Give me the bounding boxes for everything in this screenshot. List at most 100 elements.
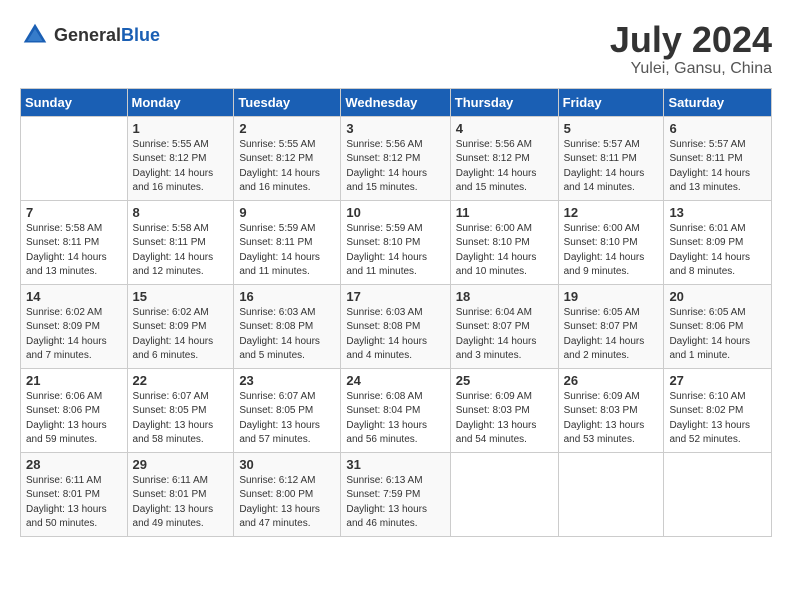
day-info: Sunrise: 6:12 AM Sunset: 8:00 PM Dayligh… — [239, 474, 335, 532]
calendar-cell: 8Sunrise: 5:58 AM Sunset: 8:11 PM Daylig… — [127, 200, 234, 284]
calendar-cell: 30 Sunrise: 6:12 AM Sunset: 8:00 PM Dayli… — [234, 452, 341, 536]
day-info: Sunrise: 6:07 AM Sunset: 8:05 PM Dayligh… — [133, 390, 229, 448]
day-info: Sunrise: 6:05 AM Sunset: 8:06 PM Dayligh… — [669, 306, 766, 364]
calendar-cell: 2 Sunrise: 5:55 AM Sunset: 8:12 PM Daylig… — [234, 116, 341, 200]
calendar-cell: 25 Sunrise: 6:09 AM Sunset: 8:03 PM Dayli… — [450, 368, 558, 452]
weekday-header: Friday — [558, 88, 664, 116]
day-number: 7 — [26, 205, 122, 220]
weekday-header: Monday — [127, 88, 234, 116]
day-info: Sunrise: 6:11 AM Sunset: 8:01 PM Dayligh… — [26, 474, 122, 532]
logo-general: General — [54, 25, 121, 45]
day-info: Sunrise: 5:59 AM Sunset: 8:10 PM Dayligh… — [346, 222, 444, 280]
day-info: Sunrise: 6:03 AM Sunset: 8:08 PM Dayligh… — [346, 306, 444, 364]
day-number: 16 — [239, 289, 335, 304]
calendar-cell: 6 Sunrise: 5:57 AM Sunset: 8:11 PM Daylig… — [664, 116, 772, 200]
day-number: 15 — [133, 289, 229, 304]
day-info: Sunrise: 6:09 AM Sunset: 8:03 PM Dayligh… — [456, 390, 553, 448]
weekday-header: Sunday — [21, 88, 128, 116]
calendar-cell — [450, 452, 558, 536]
location: Yulei, Gansu, China — [610, 60, 772, 78]
day-number: 2 — [239, 121, 335, 136]
day-info: Sunrise: 5:56 AM Sunset: 8:12 PM Dayligh… — [346, 138, 444, 196]
calendar-cell: 17 Sunrise: 6:03 AM Sunset: 8:08 PM Dayli… — [341, 284, 450, 368]
calendar-cell: 31 Sunrise: 6:13 AM Sunset: 7:59 PM Dayli… — [341, 452, 450, 536]
day-info: Sunrise: 5:55 AM Sunset: 8:12 PM Dayligh… — [133, 138, 229, 196]
day-info: Sunrise: 6:02 AM Sunset: 8:09 PM Dayligh… — [133, 306, 229, 364]
day-info: Sunrise: 6:00 AM Sunset: 8:10 PM Dayligh… — [456, 222, 553, 280]
logo: GeneralBlue — [20, 20, 160, 50]
calendar-cell: 22 Sunrise: 6:07 AM Sunset: 8:05 PM Dayli… — [127, 368, 234, 452]
day-number: 10 — [346, 205, 444, 220]
day-number: 4 — [456, 121, 553, 136]
calendar-cell: 28Sunrise: 6:11 AM Sunset: 8:01 PM Dayli… — [21, 452, 128, 536]
calendar-cell: 7Sunrise: 5:58 AM Sunset: 8:11 PM Daylig… — [21, 200, 128, 284]
logo-icon — [20, 20, 50, 50]
day-info: Sunrise: 6:07 AM Sunset: 8:05 PM Dayligh… — [239, 390, 335, 448]
calendar-cell: 18 Sunrise: 6:04 AM Sunset: 8:07 PM Dayli… — [450, 284, 558, 368]
calendar-cell: 10 Sunrise: 5:59 AM Sunset: 8:10 PM Dayli… — [341, 200, 450, 284]
calendar-week-row: 14Sunrise: 6:02 AM Sunset: 8:09 PM Dayli… — [21, 284, 772, 368]
day-info: Sunrise: 6:10 AM Sunset: 8:02 PM Dayligh… — [669, 390, 766, 448]
weekday-header: Saturday — [664, 88, 772, 116]
day-info: Sunrise: 5:59 AM Sunset: 8:11 PM Dayligh… — [239, 222, 335, 280]
day-number: 9 — [239, 205, 335, 220]
day-number: 13 — [669, 205, 766, 220]
calendar-week-row: 7Sunrise: 5:58 AM Sunset: 8:11 PM Daylig… — [21, 200, 772, 284]
day-info: Sunrise: 6:09 AM Sunset: 8:03 PM Dayligh… — [564, 390, 659, 448]
day-number: 1 — [133, 121, 229, 136]
calendar-table: SundayMondayTuesdayWednesdayThursdayFrid… — [20, 88, 772, 537]
day-number: 26 — [564, 373, 659, 388]
day-number: 3 — [346, 121, 444, 136]
day-number: 22 — [133, 373, 229, 388]
calendar-cell: 1 Sunrise: 5:55 AM Sunset: 8:12 PM Daylig… — [127, 116, 234, 200]
calendar-cell: 15 Sunrise: 6:02 AM Sunset: 8:09 PM Dayli… — [127, 284, 234, 368]
weekday-header: Tuesday — [234, 88, 341, 116]
day-number: 23 — [239, 373, 335, 388]
calendar-week-row: 28Sunrise: 6:11 AM Sunset: 8:01 PM Dayli… — [21, 452, 772, 536]
day-number: 5 — [564, 121, 659, 136]
calendar-cell: 29Sunrise: 6:11 AM Sunset: 8:01 PM Dayli… — [127, 452, 234, 536]
day-info: Sunrise: 6:06 AM Sunset: 8:06 PM Dayligh… — [26, 390, 122, 448]
day-number: 6 — [669, 121, 766, 136]
day-info: Sunrise: 6:04 AM Sunset: 8:07 PM Dayligh… — [456, 306, 553, 364]
day-number: 25 — [456, 373, 553, 388]
calendar-cell — [21, 116, 128, 200]
day-number: 30 — [239, 457, 335, 472]
day-info: Sunrise: 5:55 AM Sunset: 8:12 PM Dayligh… — [239, 138, 335, 196]
day-number: 24 — [346, 373, 444, 388]
day-number: 31 — [346, 457, 444, 472]
day-info: Sunrise: 5:57 AM Sunset: 8:11 PM Dayligh… — [669, 138, 766, 196]
day-info: Sunrise: 6:11 AM Sunset: 8:01 PM Dayligh… — [133, 474, 229, 532]
calendar-cell — [558, 452, 664, 536]
day-info: Sunrise: 6:05 AM Sunset: 8:07 PM Dayligh… — [564, 306, 659, 364]
calendar-cell: 5 Sunrise: 5:57 AM Sunset: 8:11 PM Daylig… — [558, 116, 664, 200]
calendar-cell — [664, 452, 772, 536]
calendar-cell: 20 Sunrise: 6:05 AM Sunset: 8:06 PM Dayli… — [664, 284, 772, 368]
calendar-week-row: 1 Sunrise: 5:55 AM Sunset: 8:12 PM Daylig… — [21, 116, 772, 200]
month-year: July 2024 — [610, 20, 772, 60]
weekday-header-row: SundayMondayTuesdayWednesdayThursdayFrid… — [21, 88, 772, 116]
calendar-cell: 3 Sunrise: 5:56 AM Sunset: 8:12 PM Daylig… — [341, 116, 450, 200]
calendar-cell: 13 Sunrise: 6:01 AM Sunset: 8:09 PM Dayli… — [664, 200, 772, 284]
day-info: Sunrise: 6:03 AM Sunset: 8:08 PM Dayligh… — [239, 306, 335, 364]
calendar-cell: 24 Sunrise: 6:08 AM Sunset: 8:04 PM Dayli… — [341, 368, 450, 452]
calendar-cell: 19Sunrise: 6:05 AM Sunset: 8:07 PM Dayli… — [558, 284, 664, 368]
day-number: 17 — [346, 289, 444, 304]
day-info: Sunrise: 5:57 AM Sunset: 8:11 PM Dayligh… — [564, 138, 659, 196]
day-number: 27 — [669, 373, 766, 388]
calendar-cell: 27 Sunrise: 6:10 AM Sunset: 8:02 PM Dayli… — [664, 368, 772, 452]
calendar-week-row: 21Sunrise: 6:06 AM Sunset: 8:06 PM Dayli… — [21, 368, 772, 452]
day-number: 18 — [456, 289, 553, 304]
calendar-cell: 14Sunrise: 6:02 AM Sunset: 8:09 PM Dayli… — [21, 284, 128, 368]
calendar-cell: 11Sunrise: 6:00 AM Sunset: 8:10 PM Dayli… — [450, 200, 558, 284]
calendar-cell: 9 Sunrise: 5:59 AM Sunset: 8:11 PM Daylig… — [234, 200, 341, 284]
day-info: Sunrise: 6:01 AM Sunset: 8:09 PM Dayligh… — [669, 222, 766, 280]
day-info: Sunrise: 6:13 AM Sunset: 7:59 PM Dayligh… — [346, 474, 444, 532]
day-number: 20 — [669, 289, 766, 304]
weekday-header: Thursday — [450, 88, 558, 116]
day-info: Sunrise: 6:02 AM Sunset: 8:09 PM Dayligh… — [26, 306, 122, 364]
calendar-cell: 16 Sunrise: 6:03 AM Sunset: 8:08 PM Dayli… — [234, 284, 341, 368]
page-header: GeneralBlue July 2024 Yulei, Gansu, Chin… — [20, 20, 772, 78]
day-info: Sunrise: 6:08 AM Sunset: 8:04 PM Dayligh… — [346, 390, 444, 448]
calendar-cell: 21Sunrise: 6:06 AM Sunset: 8:06 PM Dayli… — [21, 368, 128, 452]
